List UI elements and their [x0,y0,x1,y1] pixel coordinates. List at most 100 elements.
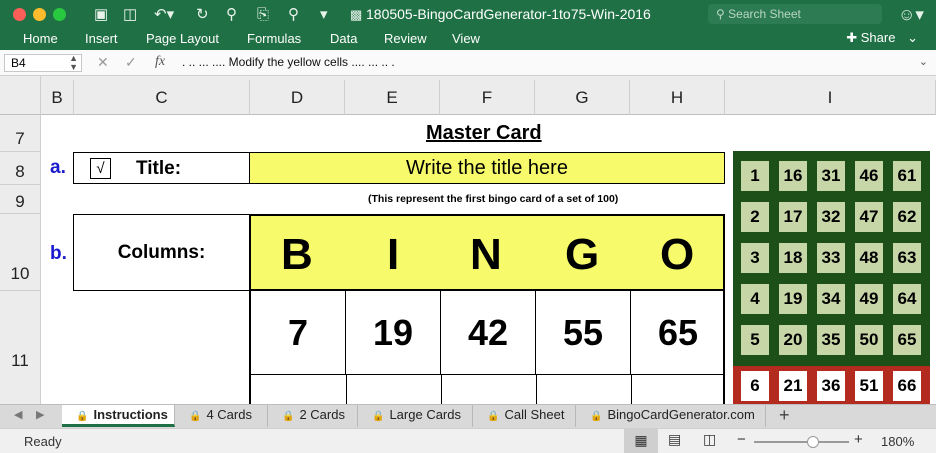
function-icon[interactable]: fx [155,54,165,70]
row-header-7[interactable]: 7 [0,115,41,152]
sheet-tab-4-cards[interactable]: 🔒 4 Cards [175,405,268,427]
title-value: Write the title here [406,157,568,179]
number-cell[interactable]: 7 [251,290,346,375]
sheet-tab-2-cards[interactable]: 🔒 2 Cards [268,405,358,427]
column-header-e[interactable]: E [345,80,440,115]
scroll-left-icon[interactable]: ◀ [14,408,22,421]
number-cell[interactable]: 19 [346,290,441,375]
title-checkbox[interactable]: √ [90,158,111,179]
tab-formulas[interactable]: Formulas [247,31,301,46]
board-cell: 16 [779,161,807,191]
number-cell[interactable]: 42 [441,290,536,375]
sheet-tab-instructions[interactable]: 🔒 Instructions [62,405,175,427]
board-cell: 19 [779,284,807,314]
column-header-f[interactable]: F [440,80,535,115]
redo-icon[interactable]: ↻ [196,5,209,24]
row-header-10[interactable]: 10 [0,214,41,291]
number-cell[interactable]: 65 [631,290,725,375]
row-header-9[interactable]: 9 [0,185,41,214]
lock-icon: 🔒 [487,411,500,422]
zoom-slider-thumb[interactable] [807,436,819,448]
sheet-tab-bingocardgenerator[interactable]: 🔒 BingoCardGenerator.com [576,405,766,427]
lock-icon: 🔒 [372,411,385,422]
number-cell[interactable]: 55 [536,290,631,375]
board-cell: 46 [855,161,883,191]
name-box[interactable]: B4 ▲ ▼ [4,54,82,72]
minimize-window-button[interactable] [33,8,46,21]
smiley-icon[interactable]: ☺▾ [898,5,924,24]
column-header-h[interactable]: H [630,80,725,115]
title-label-cell[interactable]: √ Title: [73,152,250,184]
title-input-cell[interactable]: Write the title here [249,152,725,184]
normal-view-icon[interactable]: ▦ [624,428,658,453]
board-cell: 34 [817,284,845,314]
formula-content[interactable]: . .. ... .... Modify the yellow cells ..… [182,55,395,69]
master-card-heading: Master Card [426,122,542,144]
sidebar-icon[interactable]: ▣ [94,5,108,24]
sheet-tab-call-sheet[interactable]: 🔒 Call Sheet [473,405,576,427]
columns-label-cell[interactable]: Columns: [73,214,250,291]
column-header-b[interactable]: B [41,80,74,115]
bingo-letter-o: O [660,230,695,279]
cancel-icon[interactable]: ✕ [97,54,109,71]
close-window-button[interactable] [13,8,26,21]
board-cell: 5 [741,325,769,355]
board-cell: 47 [855,202,883,232]
sheet-tab-large-cards[interactable]: 🔒 Large Cards [358,405,473,427]
row-header-8[interactable]: 8 [0,152,41,185]
tab-home[interactable]: Home [23,31,58,46]
tab-insert[interactable]: Insert [85,31,118,46]
zoom-in-icon[interactable]: + [854,431,863,448]
column-header-d[interactable]: D [250,80,345,115]
lock-icon: 🔒 [282,411,295,422]
column-header-i[interactable]: I [725,80,936,115]
stepper-icon[interactable]: ▲ ▼ [69,54,78,72]
zoom-slider[interactable] [754,436,849,448]
zoom-window-button[interactable] [53,8,66,21]
sheet-tab-label: 2 Cards [299,407,345,422]
save-icon[interactable]: ◫ [123,5,137,24]
page-break-view-icon[interactable]: ◫ [703,431,716,448]
partial-row-divider [631,375,632,405]
document-icon[interactable]: ⎘ [257,5,269,24]
magnify-icon[interactable]: ⚲ [288,5,299,24]
tab-review[interactable]: Review [384,31,427,46]
zoom-out-icon[interactable]: − [737,431,746,448]
enter-icon[interactable]: ✓ [125,54,137,71]
zoom-search-icon[interactable]: ⚲ [226,5,237,24]
column-header-c[interactable]: C [74,80,250,115]
lock-icon: 🔒 [76,411,89,422]
board-cell: 64 [893,284,921,314]
undo-icon[interactable]: ↶▾ [154,5,174,24]
column-header-g[interactable]: G [535,80,630,115]
sheet-tab-label: BingoCardGenerator.com [607,407,755,422]
board-cell: 50 [855,325,883,355]
tab-data[interactable]: Data [330,31,357,46]
row-header-11[interactable]: 11 [0,291,41,405]
status-ready: Ready [24,434,62,449]
search-sheet-input[interactable]: ⚲ Search Sheet [708,4,882,24]
board-cell: 63 [893,243,921,273]
tab-view[interactable]: View [452,31,480,46]
board-cell: 20 [779,325,807,355]
more-icon[interactable]: ▾ [320,5,328,24]
number-value: 19 [372,312,414,353]
board-cell: 48 [855,243,883,273]
cell-reference: B4 [11,56,26,70]
board-cell: 2 [741,202,769,232]
worksheet-grid[interactable]: Master Card a. √ Title: Write the title … [41,115,936,405]
label-b: b. [50,243,67,264]
bingo-letter-i: I [387,230,400,279]
board-cell: 49 [855,284,883,314]
page-layout-view-icon[interactable]: ▤ [668,431,681,448]
add-sheet-icon[interactable]: + [779,405,790,426]
expand-formula-icon[interactable]: ⌄ [919,55,928,68]
tab-page-layout[interactable]: Page Layout [146,31,219,46]
select-all-corner[interactable] [0,76,41,115]
share-button[interactable]: ✚ Share ⌄ [846,30,918,46]
bingo-header-row[interactable]: B I N G O [249,214,725,291]
partial-row-divider [536,375,537,405]
board-cell: 65 [893,325,921,355]
board-cell: 4 [741,284,769,314]
scroll-right-icon[interactable]: ▶ [36,408,44,421]
